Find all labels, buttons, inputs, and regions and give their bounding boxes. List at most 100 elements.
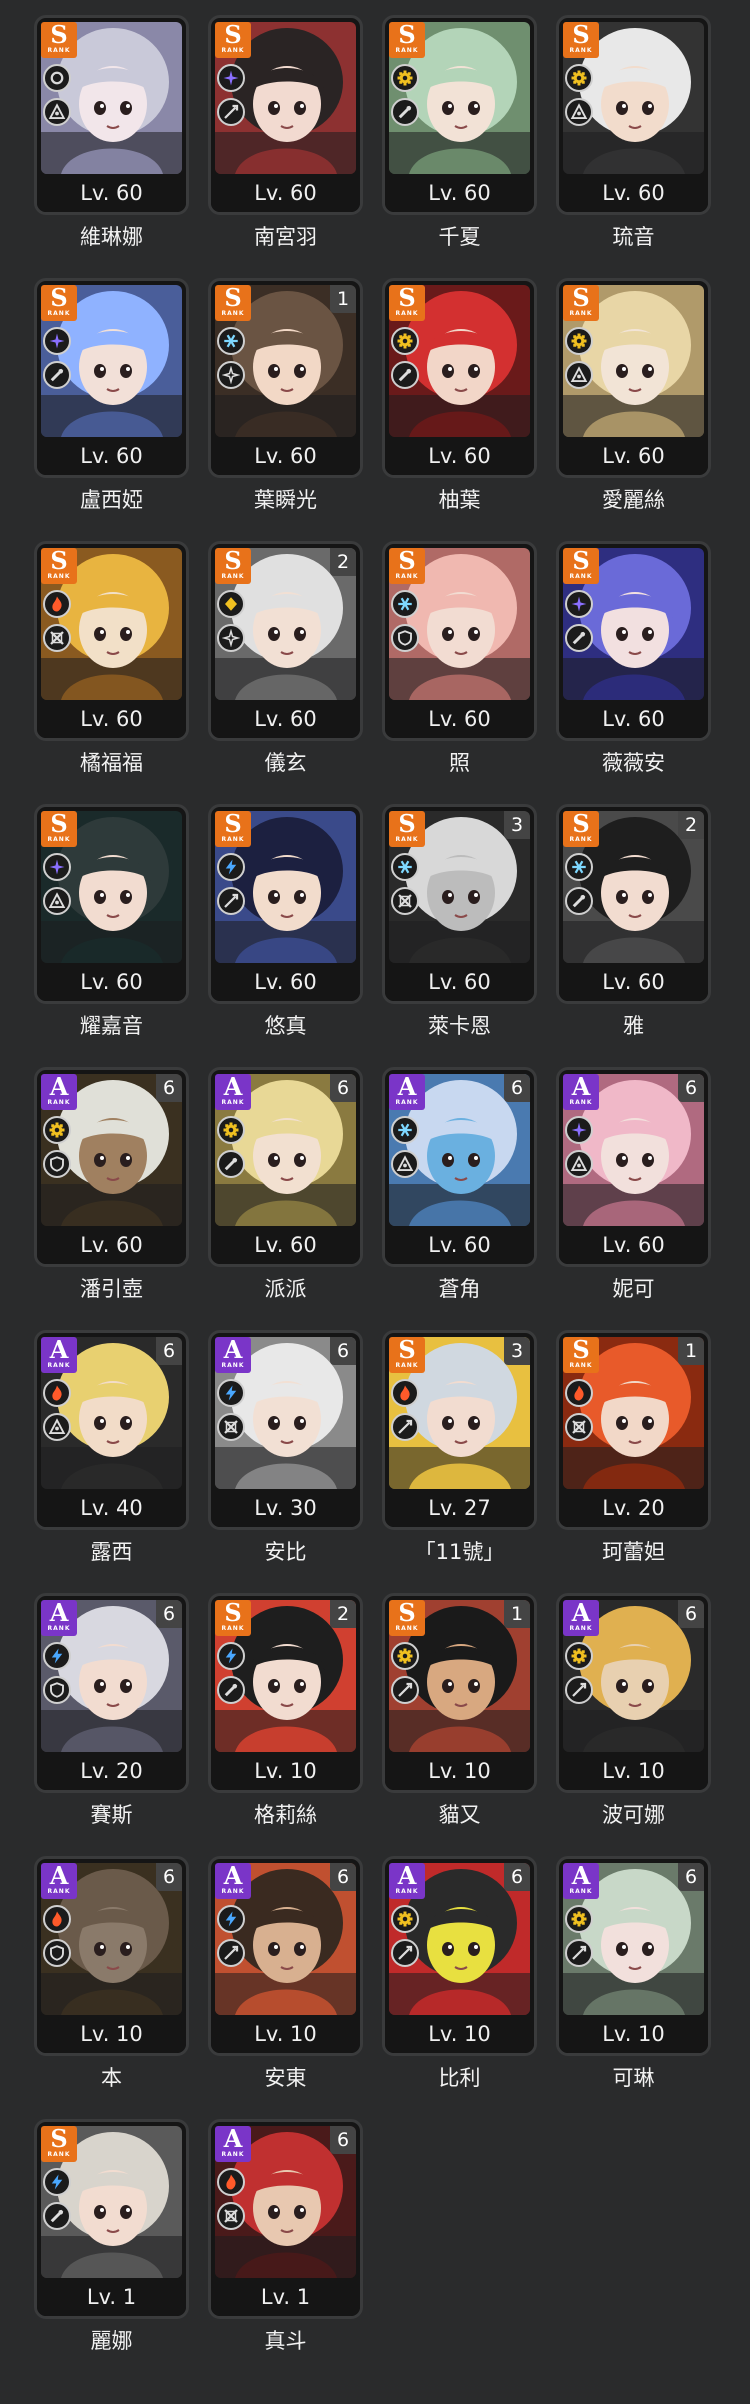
rank-badge: S RANK bbox=[215, 285, 251, 321]
mindscape-count: 6 bbox=[156, 1074, 182, 1102]
agent-card[interactable]: S RANK 1 Lv. 20 bbox=[556, 1330, 711, 1530]
agent-cell: S RANK Lv. 60 耀嘉音 bbox=[34, 804, 194, 1039]
attack-icon bbox=[217, 98, 245, 126]
mindscape-count: 1 bbox=[504, 1600, 530, 1628]
agent-cell: A RANK 6 Lv. 10 比利 bbox=[382, 1856, 542, 2091]
agent-card[interactable]: S RANK Lv. 60 bbox=[208, 804, 363, 1004]
agent-level: Lv. 10 bbox=[559, 2016, 708, 2053]
agent-name: 儀玄 bbox=[264, 751, 307, 775]
agent-level: Lv. 60 bbox=[385, 175, 534, 212]
agent-card[interactable]: A RANK 6 Lv. 10 bbox=[34, 1856, 189, 2056]
rank-letter: A bbox=[397, 1072, 417, 1101]
rank-letter: S bbox=[224, 809, 242, 838]
agent-card[interactable]: A RANK 6 Lv. 10 bbox=[382, 1856, 537, 2056]
physical-gear-icon bbox=[565, 64, 593, 92]
agent-card[interactable]: S RANK Lv. 60 bbox=[34, 541, 189, 741]
agent-card[interactable]: A RANK 6 Lv. 60 bbox=[208, 1067, 363, 1267]
agent-cell: S RANK 2 Lv. 10 格莉絲 bbox=[208, 1593, 368, 1828]
rank-letter: S bbox=[224, 546, 242, 575]
agent-level: Lv. 60 bbox=[559, 964, 708, 1001]
agent-name: 真斗 bbox=[264, 2329, 307, 2353]
rank-badge: S RANK bbox=[563, 811, 599, 847]
rank-badge: S RANK bbox=[389, 548, 425, 584]
mindscape-count: 6 bbox=[678, 1600, 704, 1628]
fire-flame-icon bbox=[217, 2168, 245, 2196]
agent-level: Lv. 60 bbox=[211, 175, 360, 212]
agent-card[interactable]: S RANK Lv. 60 bbox=[382, 541, 537, 741]
support-icon bbox=[43, 98, 71, 126]
agent-cell: A RANK 6 Lv. 10 波可娜 bbox=[556, 1593, 716, 1828]
agent-level: Lv. 20 bbox=[37, 1753, 186, 1790]
agent-card[interactable]: A RANK 6 Lv. 20 bbox=[34, 1593, 189, 1793]
physical-gear-icon bbox=[391, 1642, 419, 1670]
agent-card[interactable]: S RANK 2 Lv. 10 bbox=[208, 1593, 363, 1793]
agent-card[interactable]: A RANK 6 Lv. 10 bbox=[208, 1856, 363, 2056]
physical-gear-icon bbox=[565, 327, 593, 355]
agent-card[interactable]: S RANK Lv. 1 bbox=[34, 2119, 189, 2319]
agent-card[interactable]: A RANK 6 Lv. 10 bbox=[556, 1593, 711, 1793]
rank-letter: A bbox=[571, 1861, 591, 1890]
agent-name: 悠真 bbox=[264, 1014, 307, 1038]
agent-name: 貓又 bbox=[438, 1803, 481, 1827]
rank-sublabel: RANK bbox=[47, 310, 71, 317]
agent-card[interactable]: A RANK 6 Lv. 60 bbox=[382, 1067, 537, 1267]
rupture-icon bbox=[217, 624, 245, 652]
agent-card[interactable]: A RANK 6 Lv. 60 bbox=[556, 1067, 711, 1267]
physical-gear-icon bbox=[565, 1905, 593, 1933]
agent-level: Lv. 60 bbox=[385, 701, 534, 738]
agent-cell: S RANK 2 Lv. 60 儀玄 bbox=[208, 541, 368, 776]
rank-sublabel: RANK bbox=[47, 1099, 71, 1106]
agent-name: 派派 bbox=[264, 1277, 307, 1301]
agent-card[interactable]: A RANK 6 Lv. 30 bbox=[208, 1330, 363, 1530]
agent-level: Lv. 60 bbox=[559, 1227, 708, 1264]
rank-sublabel: RANK bbox=[47, 2151, 71, 2158]
agent-card[interactable]: S RANK 2 Lv. 60 bbox=[208, 541, 363, 741]
agent-card[interactable]: S RANK 3 Lv. 27 bbox=[382, 1330, 537, 1530]
agent-card[interactable]: S RANK Lv. 60 bbox=[556, 15, 711, 215]
agent-card[interactable]: S RANK Lv. 60 bbox=[382, 278, 537, 478]
agent-card[interactable]: A RANK 6 Lv. 60 bbox=[34, 1067, 189, 1267]
agent-card[interactable]: S RANK Lv. 60 bbox=[34, 15, 189, 215]
mindscape-count: 6 bbox=[330, 2126, 356, 2154]
agent-level: Lv. 27 bbox=[385, 1490, 534, 1527]
agent-card[interactable]: S RANK Lv. 60 bbox=[34, 804, 189, 1004]
anomaly-icon bbox=[43, 361, 71, 389]
agent-cell: A RANK 6 Lv. 30 安比 bbox=[208, 1330, 368, 1565]
agent-card[interactable]: S RANK 1 Lv. 60 bbox=[208, 278, 363, 478]
defense-icon bbox=[43, 1939, 71, 1967]
agent-card[interactable]: S RANK 1 Lv. 10 bbox=[382, 1593, 537, 1793]
agent-name: 照 bbox=[449, 751, 470, 775]
agent-card[interactable]: A RANK 6 Lv. 1 bbox=[208, 2119, 363, 2319]
physical-gear-icon bbox=[565, 1642, 593, 1670]
agent-cell: S RANK 3 Lv. 27 「11號」 bbox=[382, 1330, 542, 1565]
rank-badge: A RANK bbox=[41, 1600, 77, 1636]
agent-card[interactable]: S RANK 2 Lv. 60 bbox=[556, 804, 711, 1004]
agent-card[interactable]: S RANK 3 Lv. 60 bbox=[382, 804, 537, 1004]
agent-name: 耀嘉音 bbox=[80, 1014, 143, 1038]
agent-card[interactable]: S RANK Lv. 60 bbox=[208, 15, 363, 215]
ice-crystal-icon bbox=[217, 327, 245, 355]
agent-card[interactable]: S RANK Lv. 60 bbox=[556, 278, 711, 478]
agent-card[interactable]: A RANK 6 Lv. 40 bbox=[34, 1330, 189, 1530]
rank-sublabel: RANK bbox=[47, 1362, 71, 1369]
rank-sublabel: RANK bbox=[221, 1099, 245, 1106]
fire-flame-icon bbox=[565, 1379, 593, 1407]
agent-name: 比利 bbox=[438, 2066, 481, 2090]
mindscape-count: 1 bbox=[330, 285, 356, 313]
agent-level: Lv. 60 bbox=[385, 438, 534, 475]
agent-level: Lv. 60 bbox=[211, 701, 360, 738]
rank-sublabel: RANK bbox=[569, 1362, 593, 1369]
agent-card[interactable]: A RANK 6 Lv. 10 bbox=[556, 1856, 711, 2056]
support-icon bbox=[43, 887, 71, 915]
electric-bolt-icon bbox=[43, 2168, 71, 2196]
agent-level: Lv. 60 bbox=[37, 175, 186, 212]
rank-badge: S RANK bbox=[215, 548, 251, 584]
agent-card[interactable]: S RANK Lv. 60 bbox=[556, 541, 711, 741]
agent-card[interactable]: S RANK Lv. 60 bbox=[382, 15, 537, 215]
rank-badge: S RANK bbox=[41, 2126, 77, 2162]
rank-badge: S RANK bbox=[41, 285, 77, 321]
agent-card[interactable]: S RANK Lv. 60 bbox=[34, 278, 189, 478]
rank-letter: S bbox=[398, 546, 416, 575]
rank-badge: A RANK bbox=[563, 1600, 599, 1636]
agent-name: 露西 bbox=[90, 1540, 133, 1564]
